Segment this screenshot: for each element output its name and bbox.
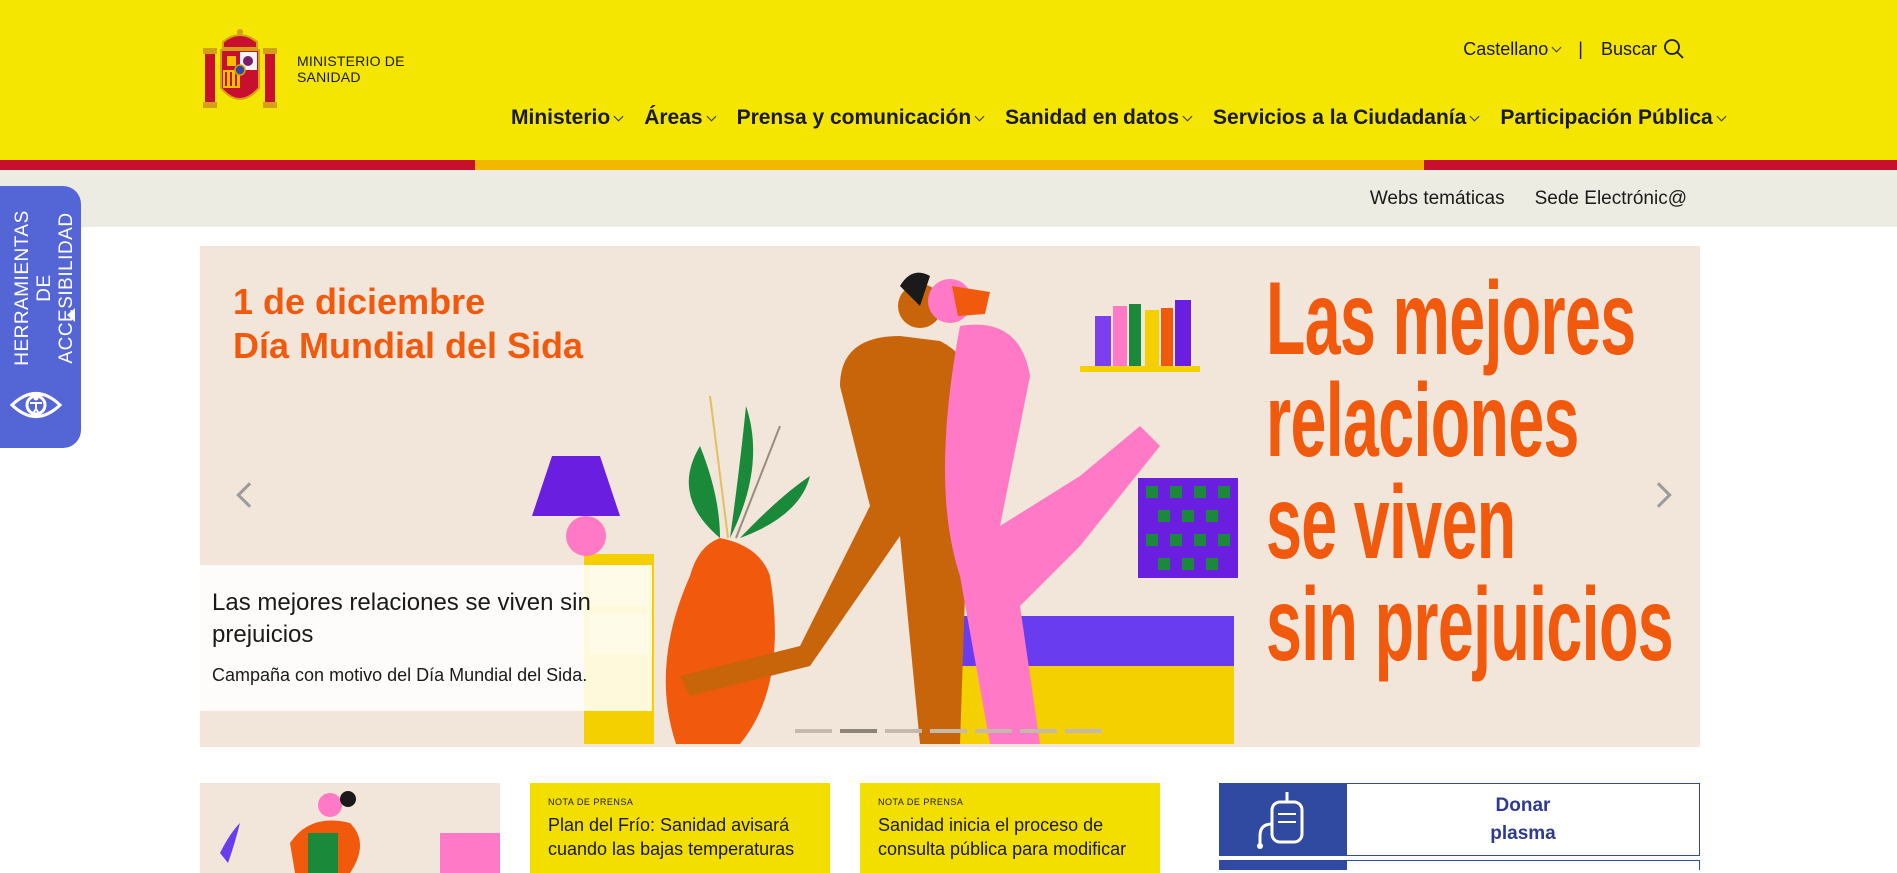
caret-left-icon [67,308,75,322]
coat-of-arms-icon [203,29,277,108]
chevron-down-icon [706,111,717,121]
main-nav: Ministerio Áreas Prensa y comunicación S… [511,106,1747,130]
search-icon [1664,39,1684,59]
nav-label: Sanidad en datos [1005,106,1180,129]
donar-label-line1: Donar [1495,795,1551,816]
chevron-down-icon [1716,111,1727,121]
language-label: Castellano [1463,38,1549,59]
donar-plasma-button[interactable]: Donar plasma [1219,783,1700,856]
logo-text: MINISTERIO DE SANIDAD [297,53,405,85]
chevron-down-icon [1182,111,1193,121]
slide-caption[interactable]: Las mejores relaciones se viven sin prej… [200,565,652,711]
chevron-down-icon [613,111,624,121]
secondary-service-button[interactable] [1219,860,1700,870]
slide-caption-subtitle: Campaña con motivo del Día Mundial del S… [212,665,588,685]
nav-label: Servicios a la Ciudadanía [1213,106,1467,129]
carousel-indicator[interactable] [1020,729,1057,733]
search-label: Buscar [1600,38,1657,59]
hero-carousel: 1 de diciembre Día Mundial del Sida Las … [200,246,1700,747]
press-note-title: Plan del Frío: Sanidad avisará cuando la… [548,815,795,859]
carousel-indicators [795,729,1110,733]
nav-label: Participación Pública [1500,106,1713,129]
donar-label: Donar plasma [1347,784,1699,855]
campaign-card[interactable] [200,783,500,873]
ministry-logo[interactable]: MINISTERIO DE SANIDAD [199,26,407,112]
press-note-card[interactable]: NOTA DE PRENSA Plan del Frío: Sanidad av… [530,783,830,873]
press-note-card[interactable]: NOTA DE PRENSA Sanidad inicia el proceso… [860,783,1160,873]
carousel-indicator[interactable] [840,729,877,733]
accessibility-icon [9,392,63,418]
language-selector[interactable]: Castellano [1463,38,1562,60]
carousel-indicator[interactable] [975,729,1012,733]
chevron-down-icon [1551,42,1562,52]
hero-headline-line: relaciones [1266,363,1579,479]
flag-stripe [0,160,1897,170]
chevron-down-icon [974,111,985,121]
chevron-down-icon [1469,111,1480,121]
nav-label: Ministerio [511,106,611,129]
press-note-kicker: NOTA DE PRENSA [548,797,634,807]
carousel-indicator[interactable] [885,729,922,733]
nav-item-servicios[interactable]: Servicios a la Ciudadanía [1213,106,1480,130]
nav-item-sanidad-en-datos[interactable]: Sanidad en datos [1005,106,1193,130]
search-button[interactable]: Buscar [1601,38,1685,60]
nav-label: Prensa y comunicación [736,106,972,129]
plasma-bag-icon [1220,784,1347,855]
hero-headline-line: Las mejores [1266,261,1636,377]
nav-item-participacion[interactable]: Participación Pública [1500,106,1727,130]
press-note-title: Sanidad inicia el proceso de consulta pú… [878,815,1127,859]
carousel-indicator[interactable] [795,729,832,733]
accessibility-label: HERRAMIENTAS DE ACCESIBILIDAD [12,210,77,366]
carousel-indicator[interactable] [930,729,967,733]
carousel-indicator[interactable] [1065,729,1102,733]
press-note-kicker: NOTA DE PRENSA [878,797,964,807]
utility-nav: Castellano | Buscar [1463,38,1685,60]
hero-headline-line: se viven [1266,465,1516,581]
link-sede-electronica[interactable]: Sede Electrónic@ [1535,188,1687,210]
nav-item-areas[interactable]: Áreas [644,106,717,130]
hero-headline: Las mejores relaciones se viven sin prej… [1266,261,1674,683]
separator: | [1578,38,1583,59]
campaign-card-illustration [220,791,500,873]
secondary-bar: Webs temáticas Sede Electrónic@ [0,170,1897,227]
nav-label: Áreas [644,106,703,129]
hero-headline-line: sin prejuicios [1266,567,1674,683]
site-header: MINISTERIO DE SANIDAD Castellano | Busca… [0,0,1897,160]
nav-item-ministerio[interactable]: Ministerio [511,106,624,130]
accessibility-tools-tab[interactable]: HERRAMIENTAS DE ACCESIBILIDAD [0,186,81,448]
nav-item-prensa[interactable]: Prensa y comunicación [736,106,985,130]
donar-label-line2: plasma [1490,823,1556,844]
slide-caption-title: Las mejores relaciones se viven sin prej… [212,589,591,648]
link-webs-tematicas[interactable]: Webs temáticas [1370,188,1505,210]
